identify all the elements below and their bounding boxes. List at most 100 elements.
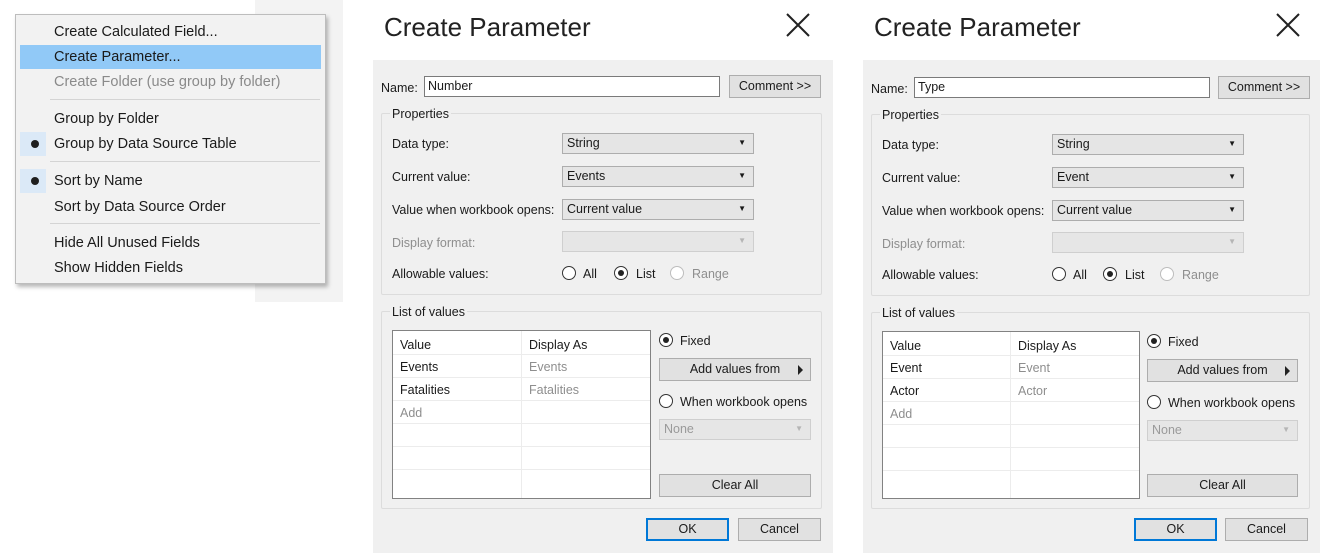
display-format-label: Display format: (392, 236, 476, 250)
menu-item-label: Create Parameter... (54, 49, 181, 65)
radio-fixed[interactable] (659, 333, 673, 347)
menu-item-label: Group by Folder (54, 111, 159, 127)
when-opens-select[interactable]: Current value ▼ (562, 199, 754, 220)
radio-fixed-label: Fixed (1168, 335, 1199, 349)
context-menu: Create Calculated Field... Create Parame… (15, 14, 326, 284)
current-value-select[interactable]: Event ▼ (1052, 167, 1244, 188)
radio-all[interactable] (1052, 267, 1066, 281)
properties-title: Properties (880, 107, 941, 123)
add-values-from-label: Add values from (689, 362, 781, 376)
radio-list[interactable] (614, 266, 628, 280)
menu-item-label: Sort by Data Source Order (54, 199, 226, 215)
bullet-icon (31, 177, 39, 185)
add-values-from-label: Add values from (1177, 363, 1268, 377)
menu-item-sort-by-data-source-order[interactable]: Sort by Data Source Order (20, 195, 321, 219)
chevron-down-icon: ▼ (795, 424, 803, 433)
empty-row (393, 446, 650, 469)
properties-title: Properties (390, 106, 451, 122)
radio-fixed[interactable] (1147, 334, 1161, 348)
value-cell: Event (890, 361, 922, 375)
value-cell: Fatalities (400, 383, 451, 397)
add-row[interactable]: Add (883, 401, 1139, 424)
menu-item-create-calculated-field[interactable]: Create Calculated Field... (20, 20, 321, 44)
radio-range (1160, 267, 1174, 281)
chevron-down-icon: ▼ (1228, 205, 1236, 214)
list-of-values-title: List of values (880, 305, 957, 321)
radio-list-label: List (636, 267, 656, 281)
data-type-label: Data type: (882, 138, 939, 152)
data-type-select[interactable]: String ▼ (562, 133, 754, 154)
allowable-values-label: Allowable values: (392, 267, 489, 281)
display-cell: Fatalities (529, 383, 580, 397)
current-value-value: Event (1057, 170, 1089, 184)
cancel-button[interactable]: Cancel (1225, 518, 1308, 541)
arrow-right-icon (798, 365, 803, 375)
menu-item-label: Create Calculated Field... (54, 24, 218, 40)
close-icon[interactable] (785, 12, 811, 38)
table-row[interactable]: Fatalities Fatalities (393, 377, 650, 400)
value-cell: Actor (890, 384, 920, 398)
list-of-values-title: List of values (390, 304, 467, 320)
bullet-icon (31, 140, 39, 148)
close-icon[interactable] (1275, 12, 1301, 38)
add-values-from-button[interactable]: Add values from (659, 358, 811, 381)
add-values-from-button[interactable]: Add values from (1147, 359, 1298, 382)
radio-when-workbook-opens[interactable] (659, 394, 673, 408)
comment-button[interactable]: Comment >> (1218, 76, 1310, 99)
none-select: None ▼ (659, 419, 811, 440)
menu-item-sort-by-name[interactable]: Sort by Name (20, 169, 321, 193)
menu-item-create-parameter[interactable]: Create Parameter... (20, 45, 321, 69)
name-label: Name: (381, 81, 418, 95)
when-opens-label: Value when workbook opens: (392, 203, 555, 217)
clear-all-button[interactable]: Clear All (659, 474, 811, 497)
data-type-select[interactable]: String ▼ (1052, 134, 1244, 155)
data-type-label: Data type: (392, 137, 449, 151)
when-opens-select[interactable]: Current value ▼ (1052, 200, 1244, 221)
table-row[interactable]: Actor Actor (883, 378, 1139, 401)
when-opens-value: Current value (567, 202, 643, 216)
display-format-select: ▼ (1052, 232, 1244, 253)
menu-item-group-by-data-source-table[interactable]: Group by Data Source Table (20, 132, 321, 156)
empty-row (883, 470, 1139, 493)
name-input[interactable]: Type (914, 77, 1210, 98)
radio-fixed-label: Fixed (680, 334, 711, 348)
when-opens-label: Value when workbook opens: (882, 204, 1045, 218)
when-opens-value: Current value (1057, 203, 1133, 217)
radio-range-label: Range (1182, 268, 1219, 282)
ok-button[interactable]: OK (646, 518, 729, 541)
display-format-label: Display format: (882, 237, 966, 251)
value-cell: Events (400, 360, 439, 374)
comment-button[interactable]: Comment >> (729, 75, 821, 98)
empty-row (883, 424, 1139, 447)
menu-separator (50, 223, 320, 224)
current-value-value: Events (567, 169, 606, 183)
table-row[interactable]: Events Events (393, 354, 650, 377)
display-format-select: ▼ (562, 231, 754, 252)
menu-item-group-by-folder[interactable]: Group by Folder (20, 107, 321, 131)
column-header-display-as: Display As (529, 338, 588, 352)
add-row[interactable]: Add (393, 400, 650, 423)
create-parameter-dialog-type: Create Parameter Name: Type Comment >> P… (863, 0, 1320, 553)
radio-when-workbook-opens[interactable] (1147, 395, 1161, 409)
add-placeholder: Add (400, 406, 423, 420)
menu-item-show-hidden-fields[interactable]: Show Hidden Fields (20, 256, 321, 280)
display-cell: Actor (1018, 384, 1048, 398)
radio-list[interactable] (1103, 267, 1117, 281)
clear-all-button[interactable]: Clear All (1147, 474, 1298, 497)
chevron-down-icon: ▼ (738, 204, 746, 213)
radio-when-workbook-opens-label: When workbook opens (680, 395, 808, 409)
cancel-button[interactable]: Cancel (738, 518, 821, 541)
data-type-value: String (567, 136, 600, 150)
dialog-title: Create Parameter (874, 12, 1081, 42)
name-input[interactable]: Number (424, 76, 720, 97)
radio-all[interactable] (562, 266, 576, 280)
radio-list-label: List (1125, 268, 1145, 282)
menu-item-label: Sort by Name (54, 173, 143, 189)
menu-item-hide-all-unused-fields[interactable]: Hide All Unused Fields (20, 231, 321, 255)
ok-button[interactable]: OK (1134, 518, 1217, 541)
add-placeholder: Add (890, 407, 913, 421)
menu-item-label: Group by Data Source Table (54, 136, 237, 152)
current-value-select[interactable]: Events ▼ (562, 166, 754, 187)
table-row[interactable]: Event Event (883, 355, 1139, 378)
empty-row (883, 447, 1139, 470)
